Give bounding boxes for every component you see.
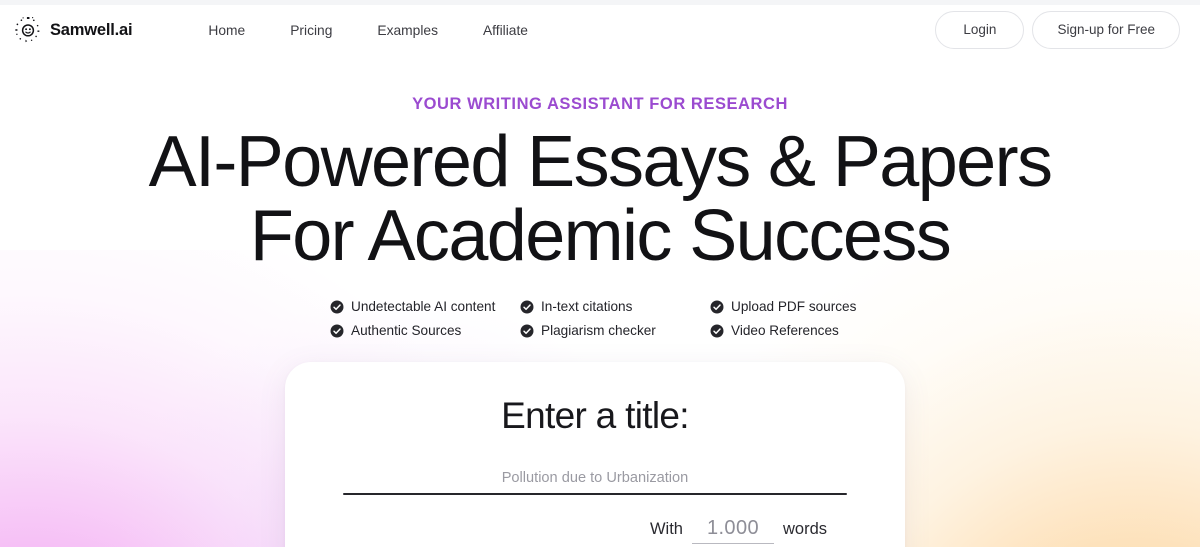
word-count-field[interactable]	[691, 517, 774, 545]
nav-link-affiliate[interactable]: Affiliate	[483, 17, 528, 44]
title-field	[343, 469, 847, 496]
hero-eyebrow: YOUR WRITING ASSISTANT FOR RESEARCH	[412, 95, 788, 113]
header-actions: Login Sign-up for Free	[935, 11, 1180, 49]
feature-item: Authentic Sources	[330, 323, 520, 338]
headline-line-2: For Academic Success	[249, 195, 952, 276]
check-circle-icon	[520, 324, 534, 338]
signup-button[interactable]: Sign-up for Free	[1032, 11, 1180, 49]
feature-item: Undetectable AI content	[330, 299, 520, 314]
title-input-underline	[343, 492, 847, 496]
page-title: AI-Powered Essays & Papers For Academic …	[0, 122, 1200, 276]
site-header: Samwell.ai Home Pricing Examples Affilia…	[0, 5, 1200, 55]
login-button[interactable]: Login	[935, 11, 1025, 49]
feature-item: In-text citations	[520, 299, 710, 314]
card-title: Enter a title:	[501, 395, 689, 436]
feature-item: Video References	[710, 323, 870, 338]
brand-logo[interactable]: Samwell.ai	[13, 15, 133, 45]
check-circle-icon	[710, 300, 724, 314]
headline-line-1: AI-Powered Essays & Papers	[148, 122, 1053, 203]
feature-list: Undetectable AI content In-text citation…	[330, 299, 870, 338]
top-strip	[0, 0, 1200, 5]
check-circle-icon	[330, 324, 344, 338]
feature-item: Plagiarism checker	[520, 323, 710, 338]
words-label: words	[782, 520, 827, 539]
with-label: With	[649, 520, 683, 539]
hero-section: YOUR WRITING ASSISTANT FOR RESEARCH AI-P…	[0, 55, 1200, 338]
check-circle-icon	[520, 300, 534, 314]
main-navigation: Home Pricing Examples Affiliate	[208, 17, 528, 44]
word-count-input[interactable]	[701, 517, 764, 541]
feature-item: Upload PDF sources	[710, 299, 870, 314]
brand-name: Samwell.ai	[50, 20, 133, 39]
nav-link-home[interactable]: Home	[208, 17, 245, 44]
sun-face-logo-icon	[13, 15, 43, 45]
word-count-row: With words	[343, 517, 847, 545]
nav-link-pricing[interactable]: Pricing	[290, 17, 332, 44]
feature-label: Video References	[731, 323, 839, 339]
check-circle-icon	[710, 324, 724, 338]
nav-link-examples[interactable]: Examples	[377, 17, 438, 44]
feature-label: Plagiarism checker	[541, 323, 656, 339]
feature-label: Undetectable AI content	[351, 299, 496, 315]
title-input[interactable]	[343, 469, 847, 493]
essay-generator-card: Enter a title: With words	[285, 362, 905, 547]
feature-label: Authentic Sources	[351, 323, 462, 339]
feature-label: Upload PDF sources	[731, 299, 857, 315]
check-circle-icon	[330, 300, 344, 314]
feature-label: In-text citations	[541, 299, 633, 315]
